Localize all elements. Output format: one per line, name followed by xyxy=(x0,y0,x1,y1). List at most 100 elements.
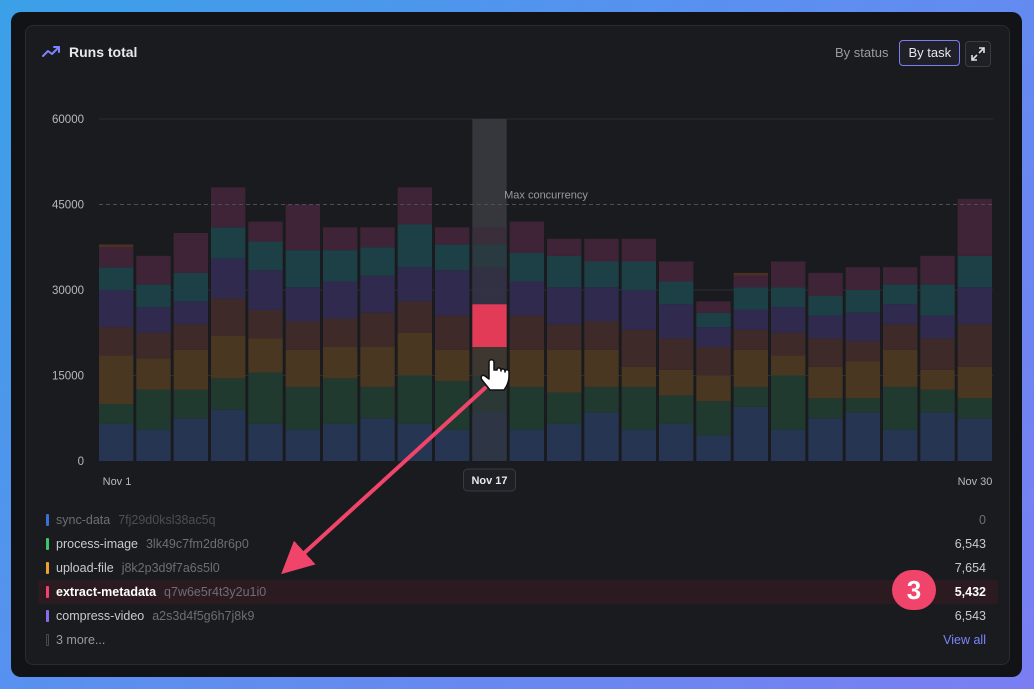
legend-row-sync-data[interactable]: sync-data 7fj29d0ksl38ac5q 0 xyxy=(38,508,998,532)
bar-segment xyxy=(659,369,694,396)
legend-task-id: 3lk49c7fm2d8r6p0 xyxy=(145,537,249,551)
more-tasks-label[interactable]: 3 more... xyxy=(56,633,105,647)
bar-segment xyxy=(883,284,918,305)
bar-segment xyxy=(397,187,432,225)
legend-row-more[interactable]: 3 more... View all xyxy=(38,628,998,652)
bar-segment xyxy=(397,224,432,268)
bar-segment xyxy=(957,418,992,461)
bar-segment xyxy=(323,250,358,282)
bar-segment xyxy=(621,238,656,262)
bar-segment xyxy=(99,244,134,248)
bar-segment xyxy=(248,372,283,424)
bar-segment xyxy=(696,312,731,328)
bar-segment xyxy=(211,227,246,259)
bar-segment xyxy=(509,315,544,350)
x-tick-label: Nov 1 xyxy=(103,476,132,488)
bar-segment xyxy=(472,412,507,461)
bar-segment xyxy=(397,301,432,333)
bar-segment xyxy=(659,395,694,424)
bar-segment xyxy=(99,404,134,424)
bar-segment xyxy=(584,412,619,461)
bar-segment xyxy=(957,198,992,256)
legend-task-name: sync-data xyxy=(56,513,111,527)
bar-segment xyxy=(472,304,507,347)
bar-segment xyxy=(285,386,320,430)
y-tick-label: 60000 xyxy=(52,114,84,126)
bar-segment xyxy=(360,418,395,461)
bar-segment xyxy=(323,423,358,461)
bar-segment xyxy=(211,298,246,336)
bar-segment xyxy=(397,332,432,376)
bar-segment xyxy=(136,255,171,285)
bar-segment xyxy=(435,227,470,245)
legend-row-extract-metadata[interactable]: extract-metadata q7w6e5r4t3y2u1i0 5,432 xyxy=(38,580,998,604)
bar-segment xyxy=(547,423,582,461)
bar-segment xyxy=(99,247,134,268)
bar-segment xyxy=(845,290,880,313)
bar-segment xyxy=(285,429,320,461)
bar-segment xyxy=(173,418,208,461)
bar-segment xyxy=(621,386,656,430)
task-legend: sync-data 7fj29d0ksl38ac5q 0 process-ima… xyxy=(38,508,998,652)
bar-segment xyxy=(920,255,955,285)
bar-segment xyxy=(883,304,918,325)
bar-segment xyxy=(808,295,843,316)
bar-segment xyxy=(808,398,843,419)
bar-segment xyxy=(696,401,731,436)
bar-segment xyxy=(285,321,320,350)
bar-segment xyxy=(211,258,246,299)
bar-segment xyxy=(435,315,470,350)
bar-segment xyxy=(547,238,582,256)
legend-row-compress-video[interactable]: compress-video a2s3d4f5g6h7j8k9 6,543 xyxy=(38,604,998,628)
bar-segment xyxy=(957,287,992,325)
bar-segment xyxy=(547,324,582,350)
bar-segment xyxy=(584,321,619,350)
bar-segment xyxy=(920,284,955,316)
bar-segment xyxy=(472,227,507,245)
bar-segment xyxy=(771,307,806,333)
bar-segment xyxy=(136,358,171,390)
bar-segment xyxy=(771,355,806,376)
legend-row-process-image[interactable]: process-image 3lk49c7fm2d8r6p0 6,543 xyxy=(38,532,998,556)
bar-segment xyxy=(808,315,843,339)
bar-segment xyxy=(136,307,171,333)
bar-segment xyxy=(883,429,918,461)
bar-segment xyxy=(696,435,731,461)
bar-segment xyxy=(771,261,806,288)
view-all-link[interactable]: View all xyxy=(943,633,986,647)
bar-segment xyxy=(173,349,208,390)
bar-segment xyxy=(584,287,619,322)
y-tick-label: 45000 xyxy=(52,200,84,212)
bar-segment xyxy=(659,281,694,305)
bar-segment xyxy=(584,238,619,262)
bar-segment xyxy=(845,361,880,399)
bar-segment xyxy=(920,369,955,390)
bar-segment xyxy=(248,309,283,339)
bar-segment xyxy=(845,412,880,461)
legend-row-upload-file[interactable]: upload-file j8k2p3d9f7a6s5l0 7,654 xyxy=(38,556,998,580)
legend-swatch xyxy=(46,514,49,526)
bar-segment xyxy=(397,375,432,424)
y-tick-label: 0 xyxy=(78,456,84,468)
bar-segment xyxy=(845,398,880,413)
bar-segment xyxy=(99,355,134,404)
legend-task-value: 6,543 xyxy=(954,609,986,623)
bar-segment xyxy=(136,332,171,359)
bar-segment xyxy=(173,233,208,273)
bar-segment xyxy=(547,349,582,393)
bar-segment xyxy=(99,290,134,328)
step-badge: 3 xyxy=(892,570,936,610)
bar-segment xyxy=(808,418,843,461)
bar-segment xyxy=(285,349,320,387)
bar-segment xyxy=(733,406,768,461)
legend-swatch xyxy=(46,610,49,622)
bar-segment xyxy=(472,244,507,268)
bar-segment xyxy=(323,227,358,251)
bar-segment xyxy=(99,423,134,461)
legend-swatch-empty xyxy=(46,634,49,646)
bar-segment xyxy=(547,255,582,288)
bar-segment xyxy=(771,332,806,356)
bar-segment xyxy=(285,250,320,288)
legend-task-id: 7fj29d0ksl38ac5q xyxy=(118,513,216,527)
legend-task-id: j8k2p3d9f7a6s5l0 xyxy=(121,561,220,575)
